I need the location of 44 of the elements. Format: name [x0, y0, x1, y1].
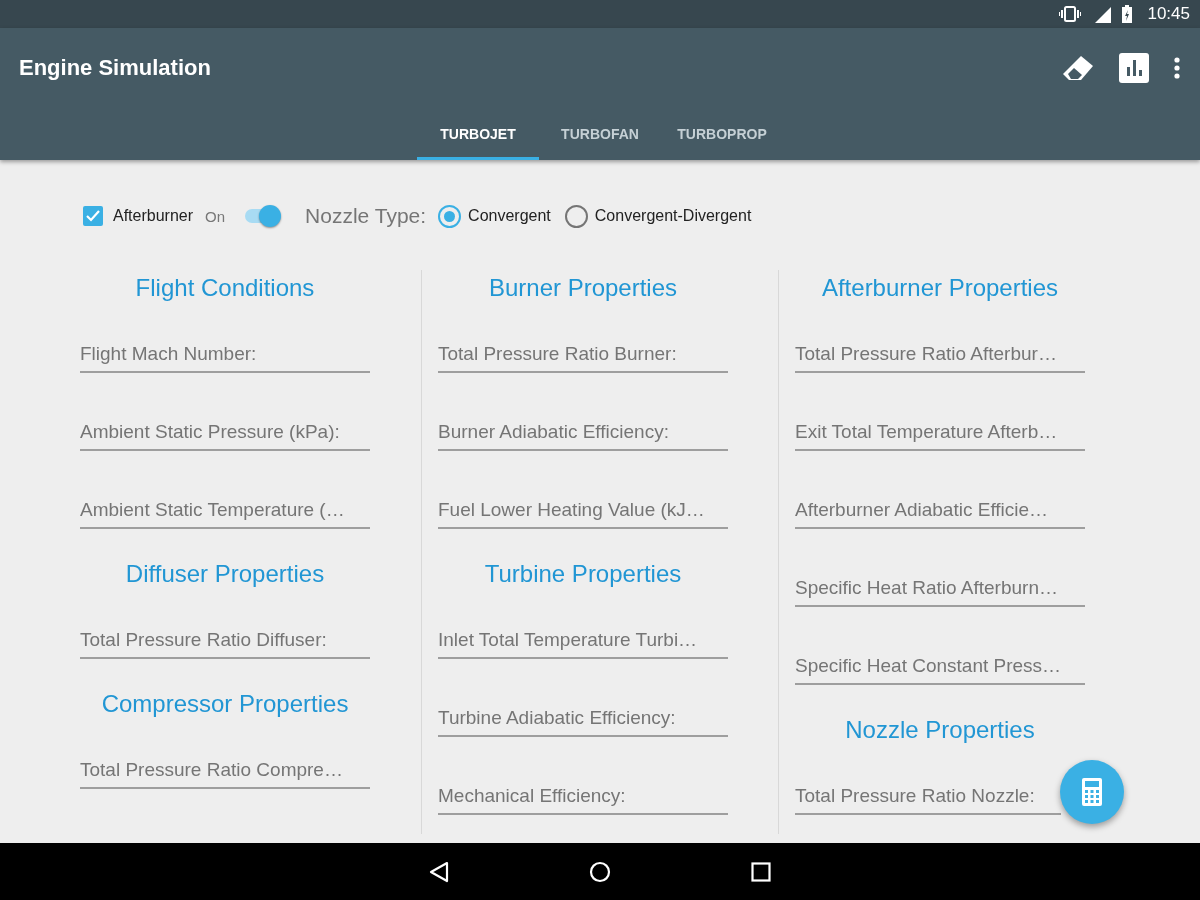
section-heading: Flight Conditions [135, 274, 315, 302]
checkbox-label: Afterburner [113, 207, 194, 225]
battery-icon [1121, 5, 1134, 23]
vibrate-icon [1059, 6, 1082, 22]
input-field[interactable]: Total Pressure Ratio Compre… [80, 753, 370, 789]
section-heading: Compressor Properties [101, 690, 349, 718]
eraser-button[interactable] [1061, 54, 1095, 82]
tab[interactable]: TURBOFAN [539, 108, 661, 160]
tab[interactable]: TURBOJET [417, 108, 539, 160]
input-field[interactable]: Mechanical Efficiency: [438, 779, 728, 815]
input-field[interactable]: Flight Mach Number: [80, 337, 370, 373]
input-field[interactable]: Turbine Adiabatic Efficiency: [438, 701, 728, 737]
input-field[interactable]: Total Pressure Ratio Diffuser: [80, 623, 370, 659]
radio-option[interactable]: Convergent-Divergent [564, 204, 752, 228]
more-options-button[interactable] [1173, 57, 1181, 79]
recent-apps-button[interactable] [751, 861, 771, 882]
switch-label: On [205, 207, 226, 225]
section-heading: Nozzle Properties [845, 716, 1035, 744]
input-field[interactable]: Specific Heat Constant Press… [795, 649, 1085, 685]
nozzle-type-label: Nozzle Type: [305, 204, 427, 228]
section-heading: Burner Properties [488, 274, 678, 302]
input-field[interactable]: Total Pressure Ratio Afterbur… [795, 337, 1085, 373]
input-field[interactable]: Afterburner Adiabatic Efficie… [795, 493, 1085, 529]
bar-chart-button[interactable] [1119, 53, 1149, 83]
input-field[interactable]: Total Pressure Ratio Nozzle: [795, 779, 1061, 815]
input-field[interactable]: Inlet Total Temperature Turbi… [438, 623, 728, 659]
app-title: Engine Simulation [19, 55, 212, 81]
input-field[interactable]: Fuel Lower Heating Value (kJ… [438, 493, 728, 529]
section-heading: Diffuser Properties [125, 560, 325, 588]
section-heading: Turbine Properties [484, 560, 682, 588]
input-field[interactable]: Exit Total Temperature Afterb… [795, 415, 1085, 451]
radio-option[interactable]: Convergent [438, 204, 551, 228]
section-heading: Afterburner Properties [821, 274, 1059, 302]
clock-time: 10:45 [1147, 4, 1190, 24]
tab[interactable]: TURBOPROP [661, 108, 783, 160]
input-field[interactable]: Total Pressure Ratio Burner: [438, 337, 728, 373]
back-button[interactable] [429, 860, 449, 883]
input-field[interactable]: Ambient Static Pressure (kPa): [80, 415, 370, 451]
input-field[interactable]: Specific Heat Ratio Afterburn… [795, 571, 1085, 607]
checkbox[interactable] [83, 206, 103, 226]
calculator-icon [1082, 778, 1102, 806]
input-field[interactable]: Ambient Static Temperature (… [80, 493, 370, 529]
home-button[interactable] [589, 860, 611, 883]
input-field[interactable]: Burner Adiabatic Efficiency: [438, 415, 728, 451]
